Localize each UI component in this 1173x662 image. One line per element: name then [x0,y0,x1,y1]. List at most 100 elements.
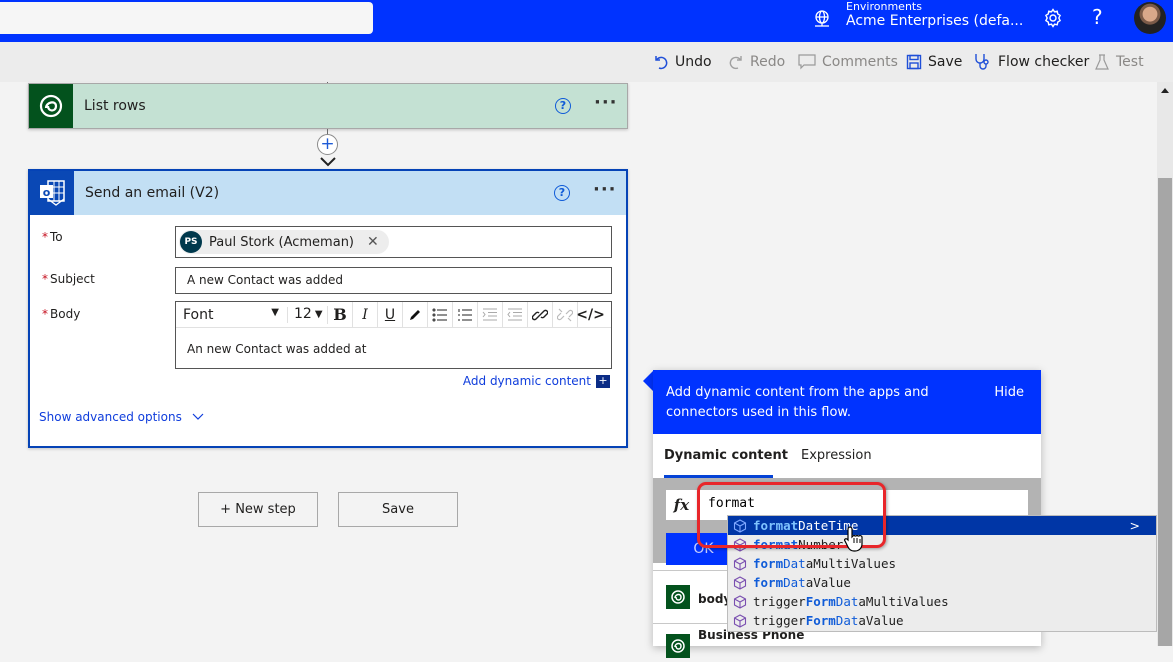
italic-button[interactable]: I [353,302,378,327]
comments-label: Comments [822,54,898,70]
autocomplete-item[interactable]: triggerFormDataValue [728,611,1156,630]
flask-icon [1095,54,1109,70]
more-options-icon[interactable]: ··· [593,179,617,200]
list-rows-card[interactable]: List rows ? ··· [28,83,628,129]
save-flow-button[interactable]: Save [338,492,458,527]
test-button[interactable]: Test [1094,42,1144,82]
autocomplete-item-label: formDataValue [753,575,851,590]
environment-name[interactable]: Acme Enterprises (defa... [846,13,1023,29]
help-icon[interactable]: ? [1092,5,1103,29]
top-header: Environments Acme Enterprises (defa... ? [0,0,1173,42]
search-input[interactable] [0,2,373,34]
test-label: Test [1116,54,1144,70]
tab-expression[interactable]: Expression [801,448,872,463]
settings-gear-icon[interactable] [1043,8,1063,28]
comments-button[interactable]: Comments [798,42,898,82]
numbered-list-icon [458,308,472,320]
more-options-icon[interactable]: ··· [594,92,618,113]
redo-button[interactable]: Redo [728,42,785,82]
outdent-icon [507,308,522,320]
function-cube-icon [733,613,747,628]
dynamic-panel-message: Add dynamic content from the apps and co… [666,385,929,420]
remove-link-button[interactable] [553,302,578,327]
list-rows-title: List rows [84,98,146,114]
dynamic-panel-tabs: Dynamic content Expression [653,434,1041,478]
environments-label: Environments [846,0,922,13]
comment-icon [798,54,816,70]
stethoscope-icon [975,54,989,70]
add-dynamic-content-label: Add dynamic content [462,374,591,388]
underline-button[interactable]: U [378,302,403,327]
subject-field[interactable]: A new Contact was added [175,267,612,294]
autocomplete-item-label: triggerFormDataMultiValues [753,594,949,609]
flow-checker-button[interactable]: Flow checker [974,42,1089,82]
body-value: An new Contact was added at [187,342,367,356]
numbered-list-button[interactable] [453,302,478,327]
undo-label: Undo [675,54,712,70]
chevron-right-icon[interactable]: > [1130,518,1140,533]
save-command-label: Save [928,54,963,70]
body-editor[interactable]: Font ▼ 12 ▼ B I U </> An new Contact was a… [175,301,612,369]
recipient-name: Paul Stork (Acmeman) [209,234,354,250]
help-question-icon[interactable]: ? [555,98,571,114]
hide-button[interactable]: Hide [994,385,1024,400]
dynamic-panel-header: Add dynamic content from the apps and co… [653,370,1041,434]
scrollbar-thumb[interactable] [1158,178,1172,646]
decrease-indent-button[interactable] [503,302,528,327]
highlight-pen-button[interactable] [403,302,428,327]
autocomplete-item[interactable]: triggerFormDataMultiValues [728,592,1156,611]
insert-link-button[interactable] [528,302,553,327]
scroll-up-arrow-icon[interactable] [1161,88,1169,93]
environment-globe-icon[interactable] [812,9,832,29]
subject-label: * Subject [42,272,95,286]
autocomplete-item[interactable]: formDataValue [728,573,1156,592]
save-command-button[interactable]: Save [906,42,962,82]
save-disk-icon [906,54,922,70]
chevron-down-icon [192,413,204,420]
bullet-list-icon [432,308,447,321]
function-cube-icon [733,575,747,590]
add-plus-icon: + [596,374,610,388]
fx-icon: fx [666,490,698,520]
font-size-dropdown[interactable]: 12 ▼ [288,305,328,324]
function-cube-icon [733,594,747,609]
redo-label: Redo [750,54,786,70]
increase-indent-button[interactable] [478,302,503,327]
autocomplete-item-label: triggerFormDataValue [753,613,904,628]
outlook-icon: o [30,171,74,215]
redo-icon [729,56,742,70]
add-dynamic-content-link[interactable]: Add dynamic content + [463,374,610,388]
undo-button[interactable]: Undo [653,42,712,82]
to-field[interactable]: PS Paul Stork (Acmeman) ✕ [175,226,612,258]
unlink-icon [557,308,573,321]
recipient-pill[interactable]: PS Paul Stork (Acmeman) ✕ [179,230,389,254]
dataverse-icon [666,585,690,609]
show-advanced-options-link[interactable]: Show advanced options [39,410,204,424]
recipient-avatar: PS [180,231,202,253]
arrow-down-icon [320,157,336,167]
rich-text-toolbar: Font ▼ 12 ▼ B I U </> [176,302,611,328]
user-avatar[interactable] [1134,2,1166,34]
dataverse-icon [29,84,73,128]
to-label: * To [42,230,63,244]
bulleted-list-button[interactable] [428,302,453,327]
autocomplete-item-label: formDataMultiValues [753,556,896,571]
show-advanced-options-label: Show advanced options [39,410,182,424]
font-dropdown[interactable]: Font ▼ [176,306,288,323]
dataverse-icon [666,634,690,658]
subject-value: A new Contact was added [187,273,343,287]
function-cube-icon [733,556,747,571]
flow-checker-label: Flow checker [998,54,1090,70]
svg-text:o: o [43,186,51,199]
bold-button[interactable]: B [328,302,353,327]
code-view-button[interactable]: </> [576,302,605,327]
tab-dynamic-content[interactable]: Dynamic content [664,448,788,463]
new-step-button[interactable]: + New step [198,492,318,527]
vertical-scrollbar[interactable] [1157,82,1173,646]
hand-pointer-cursor-icon [844,526,863,552]
pen-icon [410,309,420,320]
command-bar: Undo Redo Comments Save Flow checker Tes… [0,42,1173,82]
help-question-icon[interactable]: ? [554,185,570,201]
remove-recipient-icon[interactable]: ✕ [367,234,379,250]
autocomplete-item[interactable]: formDataMultiValues [728,554,1156,573]
